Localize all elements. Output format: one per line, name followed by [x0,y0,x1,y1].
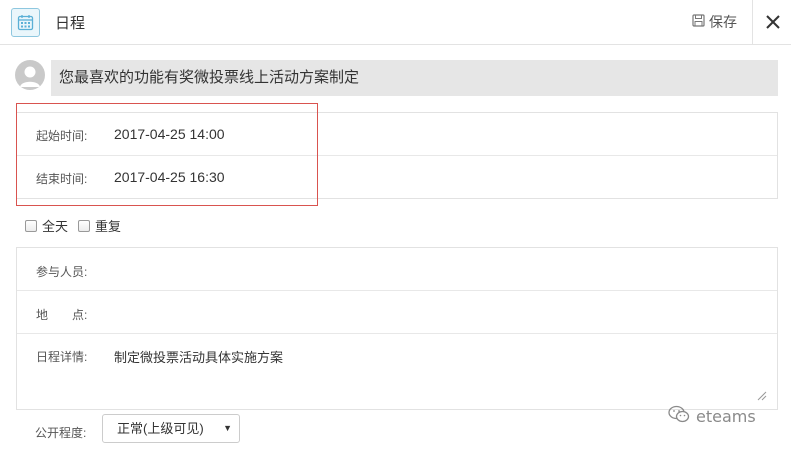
visibility-label: 公开程度: [35,426,87,440]
close-icon[interactable] [762,11,784,33]
end-time-row[interactable]: 结束时间: 2017-04-25 16:30 [17,156,777,198]
watermark-text: eteams [696,406,756,426]
description-textarea[interactable]: 制定微投票活动具体实施方案 [114,347,283,366]
end-time-value[interactable]: 2017-04-25 16:30 [114,169,225,185]
start-time-value[interactable]: 2017-04-25 14:00 [114,126,225,142]
details-section: 参与人员: 地 点: 日程详情: 制定微投票活动具体实施方案 [16,247,778,410]
dialog-title: 日程 [55,15,86,32]
wechat-icon [668,405,690,427]
floppy-disk-icon [692,14,705,30]
visibility-selected-value: 正常(上级可见) [117,421,204,436]
repeat-checkbox[interactable]: 重复 [78,216,121,235]
event-title-text: 您最喜欢的功能有奖微投票线上活动方案制定 [59,69,360,86]
all-day-label: 全天 [42,219,69,234]
visibility-select[interactable]: 正常(上级可见) ▼ [102,414,240,443]
participants-row[interactable]: 参与人员: [17,248,777,291]
participants-label: 参与人员: [36,265,88,279]
description-label: 日程详情: [36,350,88,364]
checkbox-box[interactable] [78,219,91,232]
options-row: 全天 重复 [25,216,131,235]
checkbox-box[interactable] [25,219,37,232]
resize-grip-icon[interactable] [757,391,767,401]
header-divider [752,0,753,45]
location-label: 地 点: [36,308,88,322]
caret-down-icon: ▼ [223,423,232,433]
dialog-header: 日程 保存 [0,0,791,45]
event-title-field[interactable]: 您最喜欢的功能有奖微投票线上活动方案制定 [51,60,778,96]
user-avatar-icon [15,60,45,90]
eteams-watermark: eteams [668,405,756,427]
all-day-checkbox[interactable]: 全天 [25,216,68,235]
description-row[interactable]: 日程详情: 制定微投票活动具体实施方案 [17,334,777,409]
start-time-row[interactable]: 起始时间: 2017-04-25 14:00 [17,113,777,156]
end-time-label: 结束时间: [36,172,88,186]
start-time-label: 起始时间: [36,129,88,143]
time-section: 起始时间: 2017-04-25 14:00 结束时间: 2017-04-25 … [16,112,778,199]
repeat-label: 重复 [95,219,122,234]
location-row[interactable]: 地 点: [17,291,777,334]
save-label: 保存 [709,14,737,30]
save-button[interactable]: 保存 [692,12,737,32]
calendar-icon [11,8,40,37]
